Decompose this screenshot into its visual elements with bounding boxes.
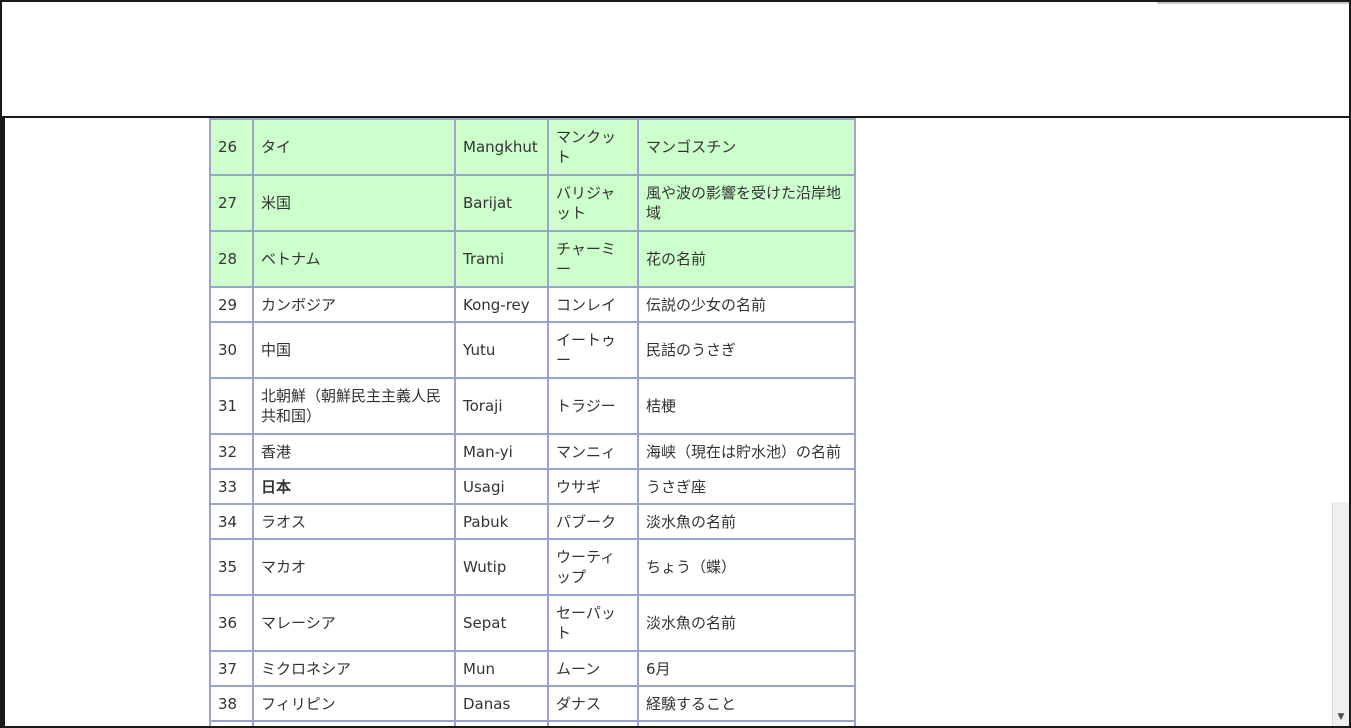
table-row: 28 ベトナム Trami チャーミー 花の名前 — [209, 230, 856, 288]
meaning-cell: 経験すること — [637, 685, 856, 722]
table-row: 27 米国 Barijat バリジャット 風や波の影響を受けた沿岸地域 — [209, 174, 856, 232]
row-number: 26 — [209, 118, 254, 176]
kana-cell: ナーリー — [547, 720, 639, 726]
table-row: 39韓国Nariナーリー百合 — [209, 720, 856, 726]
typhoon-name-cell: Usagi — [454, 468, 549, 505]
typhoon-name-cell: Sepat — [454, 594, 549, 652]
country-cell: ベトナム — [252, 230, 456, 288]
meaning-cell: うさぎ座 — [637, 468, 856, 505]
kana-cell: トラジー — [547, 377, 639, 435]
country-cell: カンボジア — [252, 286, 456, 323]
typhoon-name-cell: Barijat — [454, 174, 549, 232]
meaning-cell: 風や波の影響を受けた沿岸地域 — [637, 174, 856, 232]
meaning-cell: 淡水魚の名前 — [637, 594, 856, 652]
table-row: 31 北朝鮮（朝鮮民主主義人民共和国） Toraji トラジー 桔梗 — [209, 377, 856, 435]
country-cell: ラオス — [252, 503, 456, 540]
typhoon-name-cell: Kong-rey — [454, 286, 549, 323]
country-cell: ミクロネシア — [252, 650, 456, 687]
typhoon-name-cell: Trami — [454, 230, 549, 288]
row-number: 37 — [209, 650, 254, 687]
typhoon-name-cell: Danas — [454, 685, 549, 722]
country-cell: 米国 — [252, 174, 456, 232]
meaning-cell: マンゴスチン — [637, 118, 856, 176]
kana-cell: イートゥー — [547, 321, 639, 379]
country-cell: 中国 — [252, 321, 456, 379]
row-number: 36 — [209, 594, 254, 652]
table-body: 26 タイ Mangkhut マンクット マンゴスチン 27 米国 Barijat バリジャット… — [209, 100, 856, 726]
row-number: 33 — [209, 468, 254, 505]
typhoon-names-table: 26 タイ Mangkhut マンクット マンゴスチン 27 米国 Barijat バリジャット… — [209, 100, 856, 726]
meaning-cell: 海峡（現在は貯水池）の名前 — [637, 433, 856, 470]
typhoon-name-cell: Nari — [454, 720, 549, 726]
browser-window: 26 タイ Mangkhut マンクット マンゴスチン 27 米国 Barijat バリジャット… — [0, 0, 1351, 728]
meaning-cell: 百合 — [637, 720, 856, 726]
typhoon-name-cell: Pabuk — [454, 503, 549, 540]
table-row: 32 香港 Man-yi マンニィ 海峡（現在は貯水池）の名前 — [209, 433, 856, 470]
meaning-cell: 民話のうさぎ — [637, 321, 856, 379]
country-cell: 日本 — [252, 468, 456, 505]
country-cell: マカオ — [252, 538, 456, 596]
row-number: 27 — [209, 174, 254, 232]
typhoon-name-cell: Wutip — [454, 538, 549, 596]
kana-cell: ダナス — [547, 685, 639, 722]
vertical-scrollbar[interactable]: ▼ — [1332, 502, 1349, 726]
row-number: 39 — [209, 720, 254, 726]
table-row: 26 タイ Mangkhut マンクット マンゴスチン — [209, 118, 856, 176]
row-number: 35 — [209, 538, 254, 596]
meaning-cell: 花の名前 — [637, 230, 856, 288]
typhoon-name-cell: Toraji — [454, 377, 549, 435]
table-row: 35 マカオ Wutip ウーティップ ちょう（蝶） — [209, 538, 856, 596]
kana-cell: パブーク — [547, 503, 639, 540]
row-number: 30 — [209, 321, 254, 379]
row-number: 31 — [209, 377, 254, 435]
table-row: 29 カンボジア Kong-rey コンレイ 伝説の少女の名前 — [209, 286, 856, 323]
typhoon-name-cell: Mun — [454, 650, 549, 687]
header-divider — [1157, 2, 1349, 4]
table-row: 30 中国 Yutu イートゥー 民話のうさぎ — [209, 321, 856, 379]
window-left-edge — [2, 116, 5, 726]
kana-cell: ウサギ — [547, 468, 639, 505]
kana-cell: コンレイ — [547, 286, 639, 323]
meaning-cell: 桔梗 — [637, 377, 856, 435]
scroll-down-arrow-icon[interactable]: ▼ — [1333, 710, 1349, 724]
typhoon-name-cell: Man-yi — [454, 433, 549, 470]
meaning-cell: 伝説の少女の名前 — [637, 286, 856, 323]
row-number: 28 — [209, 230, 254, 288]
table-row: 34 ラオス Pabuk パブーク 淡水魚の名前 — [209, 503, 856, 540]
country-cell: 北朝鮮（朝鮮民主主義人民共和国） — [252, 377, 456, 435]
table-row: 33 日本 Usagi ウサギ うさぎ座 — [209, 468, 856, 505]
table-row: 36 マレーシア Sepat セーパット 淡水魚の名前 — [209, 594, 856, 652]
kana-cell: バリジャット — [547, 174, 639, 232]
kana-cell: チャーミー — [547, 230, 639, 288]
row-number: 32 — [209, 433, 254, 470]
country-cell: マレーシア — [252, 594, 456, 652]
country-cell: 香港 — [252, 433, 456, 470]
table-row: 37 ミクロネシア Mun ムーン 6月 — [209, 650, 856, 687]
meaning-cell: ちょう（蝶） — [637, 538, 856, 596]
row-number: 34 — [209, 503, 254, 540]
country-cell: タイ — [252, 118, 456, 176]
kana-cell: マンニィ — [547, 433, 639, 470]
kana-cell: ムーン — [547, 650, 639, 687]
header-blank-area — [2, 2, 1349, 118]
country-cell: 韓国 — [252, 720, 456, 726]
row-number: 38 — [209, 685, 254, 722]
meaning-cell: 6月 — [637, 650, 856, 687]
kana-cell: セーパット — [547, 594, 639, 652]
country-cell: フィリピン — [252, 685, 456, 722]
typhoon-name-cell: Mangkhut — [454, 118, 549, 176]
kana-cell: ウーティップ — [547, 538, 639, 596]
typhoon-name-cell: Yutu — [454, 321, 549, 379]
meaning-cell: 淡水魚の名前 — [637, 503, 856, 540]
row-number: 29 — [209, 286, 254, 323]
table-row: 38 フィリピン Danas ダナス 経験すること — [209, 685, 856, 722]
kana-cell: マンクット — [547, 118, 639, 176]
